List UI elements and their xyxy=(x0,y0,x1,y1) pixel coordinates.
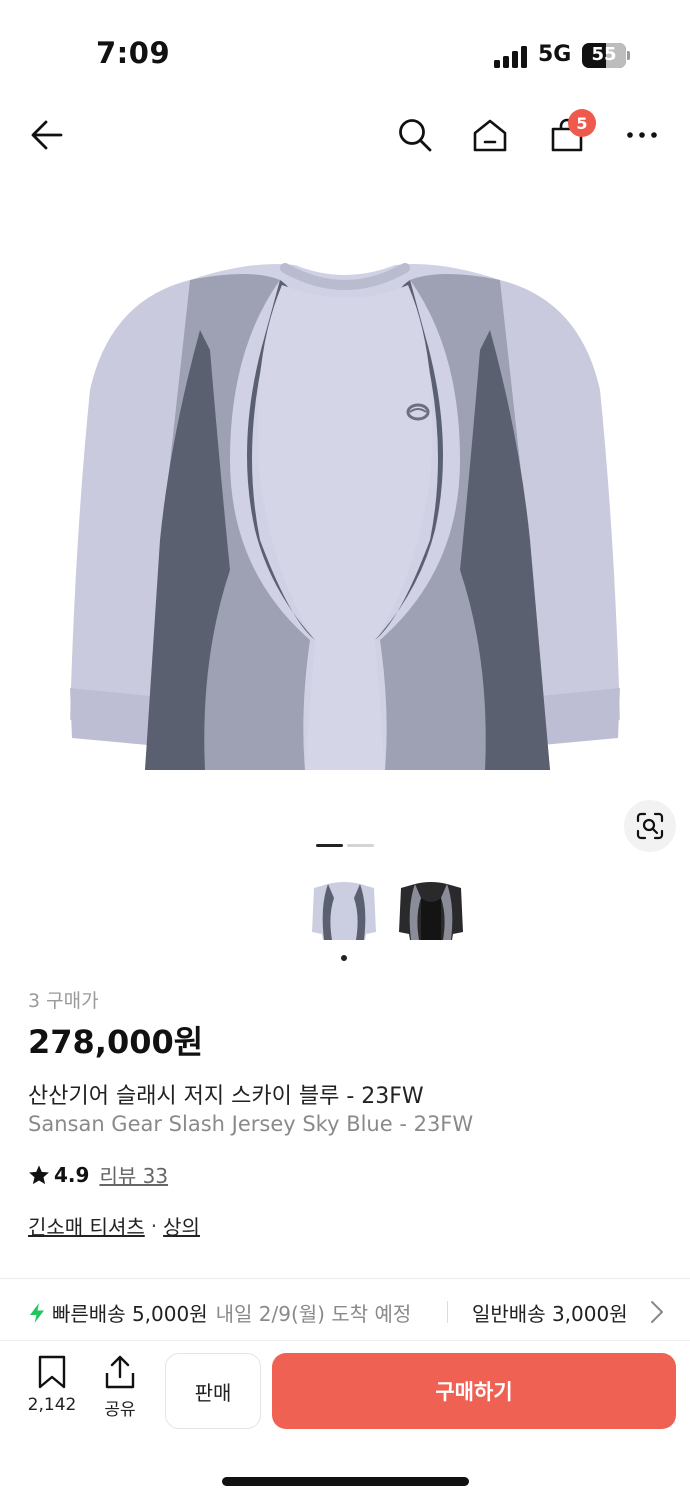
home-button[interactable] xyxy=(465,110,515,160)
home-indicator[interactable] xyxy=(222,1477,469,1486)
network-type: 5G xyxy=(538,42,572,67)
search-button[interactable] xyxy=(390,110,440,160)
product-image[interactable] xyxy=(50,240,640,800)
thumbnail-sky-blue-image xyxy=(312,882,376,940)
chevron-right-icon xyxy=(651,1301,663,1323)
arrow-left-icon xyxy=(31,120,63,150)
back-button[interactable] xyxy=(22,110,72,160)
jersey-illustration xyxy=(70,263,620,770)
thumbnail-black[interactable] xyxy=(397,876,465,944)
category-separator: · xyxy=(150,1213,158,1238)
cart-count-badge: 5 xyxy=(568,109,596,137)
category-breadcrumb: 긴소매 티셔츠 · 상의 xyxy=(28,1211,200,1240)
category-sub-link[interactable]: 상의 xyxy=(163,1211,200,1240)
gallery-page-indicator[interactable] xyxy=(347,844,374,847)
save-button[interactable]: 2,142 xyxy=(20,1355,84,1425)
battery-level: 55 xyxy=(591,44,617,65)
bottom-action-bar: 2,142 공유 판매 구매하기 xyxy=(0,1340,690,1500)
share-label: 공유 xyxy=(104,1400,136,1420)
fast-shipping-label: 빠른배송 5,000원 xyxy=(52,1302,208,1326)
lightning-icon xyxy=(30,1302,44,1323)
image-search-button[interactable] xyxy=(624,800,676,852)
more-horizontal-icon xyxy=(627,132,657,138)
status-bar: 7:09 5G 55 xyxy=(0,0,690,100)
share-button[interactable]: 공유 xyxy=(94,1355,146,1425)
fast-shipping-eta: 내일 2/9(월) 도착 예정 xyxy=(215,1302,412,1326)
rating-score: 4.9 xyxy=(54,1162,90,1187)
sell-button[interactable]: 판매 xyxy=(165,1353,261,1429)
home-icon xyxy=(473,119,507,152)
section-divider xyxy=(0,1278,690,1279)
buy-button[interactable]: 구매하기 xyxy=(272,1353,676,1429)
purchase-label: 3 구매가 xyxy=(28,990,99,1012)
fast-shipping: 빠른배송 5,000원 내일 2/9(월) 도착 예정 xyxy=(28,1298,411,1327)
bookmark-icon xyxy=(38,1355,66,1389)
rating-summary: 4.9 리뷰 33 xyxy=(28,1160,168,1189)
thumbnail-black-image xyxy=(399,882,463,940)
search-icon xyxy=(399,119,432,152)
shipping-separator xyxy=(447,1301,448,1323)
review-link[interactable]: 리뷰 33 xyxy=(99,1160,168,1189)
shipping-options[interactable]: 빠른배송 5,000원 내일 2/9(월) 도착 예정 일반배송 3,000원 xyxy=(0,1282,690,1340)
battery-icon: 55 xyxy=(582,43,626,68)
gallery-page-indicator-active xyxy=(316,844,343,847)
lens-scan-icon xyxy=(636,812,664,840)
cellular-signal-icon xyxy=(494,44,528,68)
product-price: 278,000원 xyxy=(28,1023,204,1061)
more-button[interactable] xyxy=(617,110,667,160)
save-count: 2,142 xyxy=(27,1395,77,1415)
star-icon xyxy=(29,1164,49,1184)
category-main-link[interactable]: 긴소매 티셔츠 xyxy=(28,1211,145,1240)
share-icon xyxy=(105,1355,135,1389)
thumbnail-sky-blue[interactable] xyxy=(310,876,378,944)
normal-shipping-label: 일반배송 3,000원 xyxy=(472,1302,628,1326)
selected-thumbnail-dot xyxy=(341,955,347,961)
status-time: 7:09 xyxy=(96,36,171,70)
product-name-english: Sansan Gear Slash Jersey Sky Blue - 23FW xyxy=(28,1112,474,1136)
battery-cap xyxy=(627,51,630,60)
product-name-korean: 산산기어 슬래시 저지 스카이 블루 - 23FW xyxy=(28,1084,424,1109)
